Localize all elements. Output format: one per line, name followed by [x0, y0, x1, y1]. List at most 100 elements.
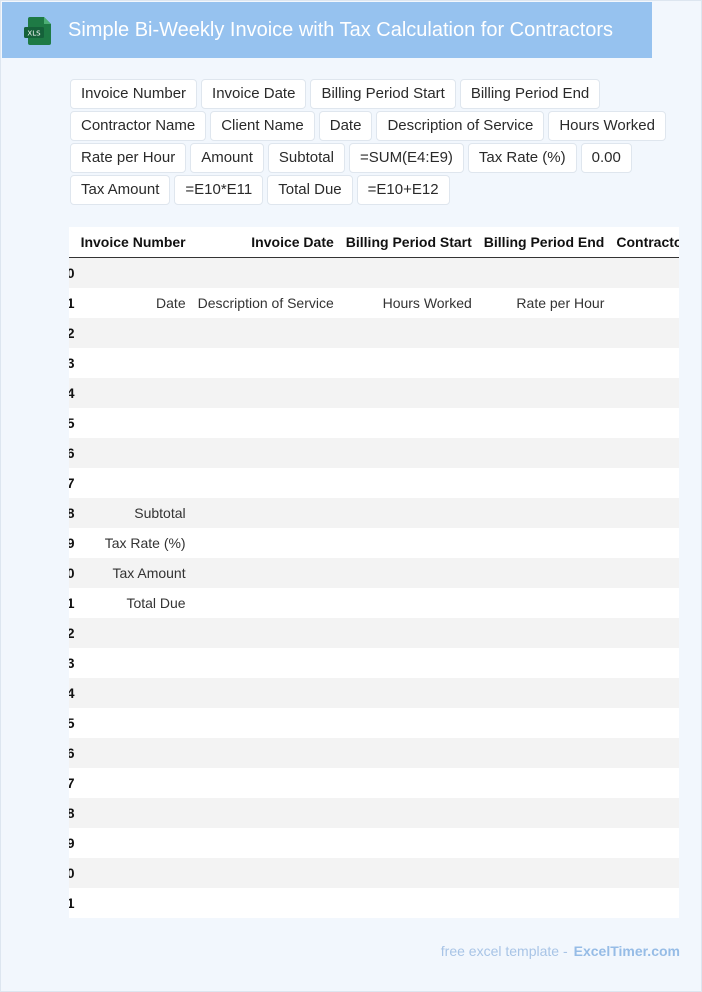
- field-chip[interactable]: Date: [318, 111, 373, 141]
- table-cell[interactable]: [610, 438, 679, 468]
- table-cell[interactable]: [339, 558, 478, 588]
- table-cell[interactable]: [610, 618, 679, 648]
- table-cell[interactable]: [339, 618, 478, 648]
- table-cell[interactable]: [610, 768, 679, 798]
- table-cell[interactable]: [477, 498, 611, 528]
- table-cell[interactable]: [477, 648, 611, 678]
- table-cell[interactable]: [339, 498, 478, 528]
- table-cell[interactable]: [610, 678, 679, 708]
- field-chip[interactable]: Invoice Number: [70, 79, 198, 109]
- table-cell[interactable]: [339, 468, 478, 498]
- table-cell[interactable]: [74, 858, 192, 888]
- table-cell[interactable]: [191, 498, 340, 528]
- table-cell[interactable]: [477, 438, 611, 468]
- table-cell[interactable]: [74, 678, 192, 708]
- field-chip[interactable]: 0.00: [580, 143, 632, 173]
- table-cell[interactable]: [191, 438, 340, 468]
- table-cell[interactable]: [477, 768, 611, 798]
- field-chip[interactable]: Hours Worked: [548, 111, 666, 141]
- table-cell[interactable]: [477, 348, 611, 378]
- table-cell[interactable]: [610, 798, 679, 828]
- table-cell[interactable]: [339, 858, 478, 888]
- table-cell[interactable]: Description of Service: [191, 288, 340, 318]
- table-cell[interactable]: [74, 888, 192, 918]
- table-cell[interactable]: [477, 738, 611, 768]
- table-cell[interactable]: [477, 588, 611, 618]
- column-header[interactable]: Billing Period End: [477, 227, 611, 258]
- table-cell[interactable]: [74, 828, 192, 858]
- table-cell[interactable]: [610, 498, 679, 528]
- table-cell[interactable]: Hours Worked: [339, 288, 478, 318]
- table-cell[interactable]: [610, 558, 679, 588]
- table-cell[interactable]: [610, 257, 679, 288]
- table-cell[interactable]: [191, 618, 340, 648]
- table-cell[interactable]: [610, 708, 679, 738]
- table-cell[interactable]: [477, 408, 611, 438]
- spreadsheet-grid[interactable]: Invoice Number Invoice Date Billing Peri…: [69, 227, 679, 918]
- table-cell[interactable]: [610, 738, 679, 768]
- table-cell[interactable]: [191, 378, 340, 408]
- table-cell[interactable]: [74, 378, 192, 408]
- table-cell[interactable]: [191, 708, 340, 738]
- table-cell[interactable]: [191, 828, 340, 858]
- table-cell[interactable]: [477, 558, 611, 588]
- table-cell[interactable]: [339, 528, 478, 558]
- table-cell[interactable]: [477, 858, 611, 888]
- table-cell[interactable]: [339, 678, 478, 708]
- table-cell[interactable]: [477, 678, 611, 708]
- table-cell[interactable]: [74, 618, 192, 648]
- table-cell[interactable]: [477, 618, 611, 648]
- table-cell[interactable]: [74, 438, 192, 468]
- column-header[interactable]: Contractor: [610, 227, 679, 258]
- table-cell[interactable]: [339, 738, 478, 768]
- table-cell[interactable]: [477, 828, 611, 858]
- table-cell[interactable]: [477, 528, 611, 558]
- table-cell[interactable]: [74, 257, 192, 288]
- table-cell[interactable]: [191, 888, 340, 918]
- table-cell[interactable]: [74, 708, 192, 738]
- table-cell[interactable]: [74, 348, 192, 378]
- table-cell[interactable]: [191, 798, 340, 828]
- table-cell[interactable]: [191, 648, 340, 678]
- table-cell[interactable]: [339, 588, 478, 618]
- table-cell[interactable]: [191, 678, 340, 708]
- table-cell[interactable]: [191, 858, 340, 888]
- table-cell[interactable]: [74, 318, 192, 348]
- table-cell[interactable]: [339, 798, 478, 828]
- table-cell[interactable]: [610, 888, 679, 918]
- table-cell[interactable]: Date: [74, 288, 192, 318]
- table-cell[interactable]: [477, 798, 611, 828]
- table-cell[interactable]: [339, 257, 478, 288]
- table-cell[interactable]: [339, 768, 478, 798]
- table-cell[interactable]: [339, 378, 478, 408]
- column-header[interactable]: Invoice Date: [191, 227, 340, 258]
- table-cell[interactable]: [610, 528, 679, 558]
- field-chip[interactable]: Rate per Hour: [70, 143, 187, 173]
- table-cell[interactable]: [74, 648, 192, 678]
- brand-link[interactable]: ExcelTimer.com: [574, 943, 680, 959]
- table-cell[interactable]: [339, 348, 478, 378]
- table-cell[interactable]: [610, 468, 679, 498]
- table-cell[interactable]: Tax Amount: [74, 558, 192, 588]
- field-chip[interactable]: Total Due: [267, 175, 353, 205]
- table-cell[interactable]: Subtotal: [74, 498, 192, 528]
- table-cell[interactable]: [610, 588, 679, 618]
- table-cell[interactable]: [610, 288, 679, 318]
- table-cell[interactable]: [74, 798, 192, 828]
- field-chip[interactable]: =SUM(E4:E9): [348, 143, 464, 173]
- field-chip[interactable]: =E10*E11: [174, 175, 264, 205]
- table-cell[interactable]: [610, 828, 679, 858]
- table-cell[interactable]: [610, 348, 679, 378]
- table-cell[interactable]: [339, 828, 478, 858]
- table-cell[interactable]: Total Due: [74, 588, 192, 618]
- table-cell[interactable]: [339, 438, 478, 468]
- table-cell[interactable]: [477, 888, 611, 918]
- field-chip[interactable]: =E10+E12: [356, 175, 450, 205]
- field-chip[interactable]: Tax Amount: [70, 175, 171, 205]
- field-chip[interactable]: Invoice Date: [201, 79, 307, 109]
- table-cell[interactable]: [191, 318, 340, 348]
- table-cell[interactable]: [339, 318, 478, 348]
- field-chip[interactable]: Billing Period Start: [310, 79, 456, 109]
- column-header[interactable]: Billing Period Start: [339, 227, 478, 258]
- table-cell[interactable]: [610, 378, 679, 408]
